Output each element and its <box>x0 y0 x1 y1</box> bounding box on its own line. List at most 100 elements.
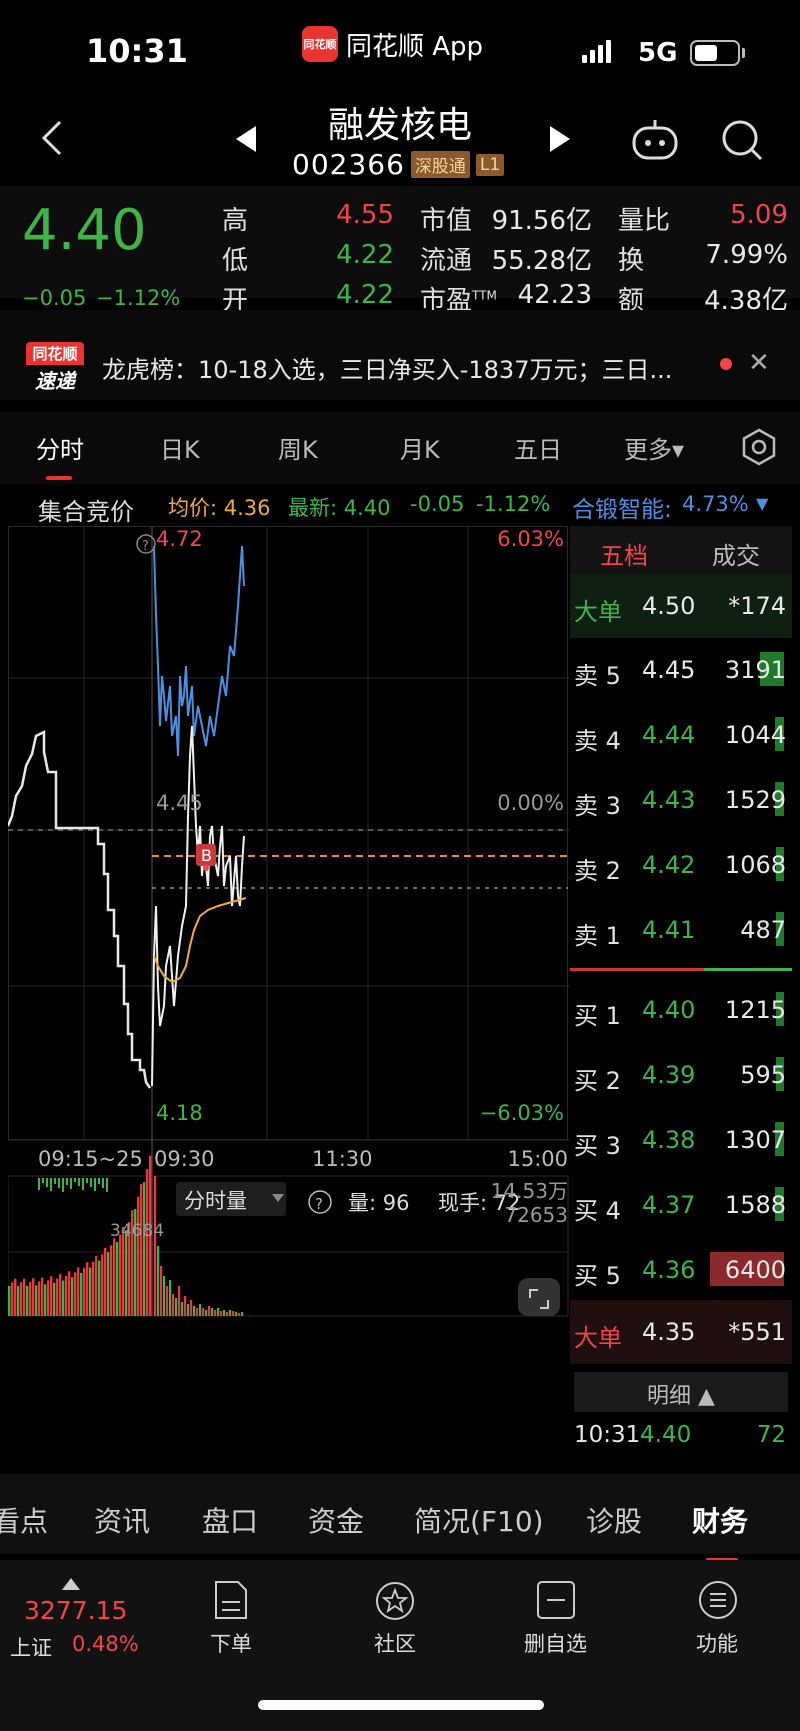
section-capital[interactable]: 资金 <box>308 1500 364 1540</box>
next-stock-icon[interactable] <box>546 124 574 154</box>
compare-dropdown-icon[interactable]: ▼ <box>756 494 768 513</box>
tab-five-day[interactable]: 五日 <box>514 430 562 465</box>
index-value[interactable]: 3277.15 <box>24 1596 127 1625</box>
app-logo-icon: 同花顺 <box>302 26 338 62</box>
volume-bar <box>66 1178 68 1185</box>
volume-bar <box>14 1278 17 1316</box>
index-pct: 0.48% <box>72 1632 139 1656</box>
ask-row: 卖 3 4.43 1529 <box>570 768 792 832</box>
latest-pct: -1.12% <box>476 492 551 516</box>
bid-row: 买 4 4.37 1588 <box>570 1173 792 1237</box>
bid-row: 买 5 4.36 6400 <box>570 1238 792 1302</box>
app-name: 同花顺 App <box>346 31 484 62</box>
news-text[interactable]: 龙虎榜：10-18入选，三日净买入-1837万元；三日... <box>102 350 702 385</box>
order-book: 五档 成交 大单 4.50 *174 卖 5 4.45 3191 卖 4 4.44 104… <box>570 526 792 1456</box>
float-label: 流通 <box>420 246 473 276</box>
order-label[interactable]: 下单 <box>210 1628 252 1658</box>
volume-bar <box>78 1178 80 1186</box>
volume-bar <box>241 1312 244 1316</box>
section-finance[interactable]: 财务 <box>692 1500 748 1540</box>
volume-bar <box>70 1178 72 1189</box>
section-profile[interactable]: 简况(F10) <box>414 1500 544 1540</box>
ob-tab-level5[interactable]: 五档 <box>600 536 648 571</box>
section-news[interactable]: 资讯 <box>94 1500 150 1540</box>
bid-vol: 595 <box>740 1061 786 1089</box>
bid-price: 4.38 <box>642 1126 696 1154</box>
volume-bar <box>211 1308 214 1316</box>
buy-marker-text: B <box>201 846 212 865</box>
compare-stock-label[interactable]: 合锻智能: <box>572 490 672 524</box>
axis-bottom-price: 4.18 <box>156 1101 203 1125</box>
help-icon-text: ? <box>142 539 149 554</box>
volume-bar <box>95 1255 98 1316</box>
ob-tab-trades[interactable]: 成交 <box>712 536 760 571</box>
volratio-label: 量比 <box>618 206 671 236</box>
volume-bar <box>154 1176 157 1316</box>
bid-name: 买 1 <box>574 1002 621 1030</box>
robot-assistant-icon[interactable] <box>630 118 680 162</box>
volume-bar <box>47 1280 50 1316</box>
volume-bar <box>77 1267 80 1316</box>
tab-more[interactable]: 更多▾ <box>624 430 684 465</box>
search-icon[interactable] <box>720 118 764 162</box>
intraday-price-line <box>151 725 245 1087</box>
volume-bar <box>125 1230 128 1316</box>
volume-bar <box>202 1308 205 1316</box>
menu-icon[interactable] <box>698 1580 738 1620</box>
vol-axis-max: 14.53万 <box>491 1179 568 1203</box>
ask-name: 卖 4 <box>574 727 621 755</box>
tab-monthly-k[interactable]: 月K <box>400 430 440 465</box>
volume-bar <box>56 1278 59 1316</box>
home-indicator[interactable] <box>258 1700 544 1710</box>
intraday-chart[interactable]: B 4.72 6.03% 4.45 0.00% 4.18 −6.03% ? 09… <box>8 526 570 1456</box>
axis-mid-price: 4.45 <box>156 791 203 815</box>
bid-name: 买 5 <box>574 1262 621 1290</box>
fullscreen-icon <box>518 1278 560 1316</box>
pe-ttm-sup: TTM <box>472 288 497 303</box>
volume-bar <box>89 1267 92 1316</box>
settings-hexagon-icon[interactable] <box>740 428 778 466</box>
last-price: 4.40 <box>22 198 147 263</box>
function-label[interactable]: 功能 <box>696 1628 738 1658</box>
stock-name: 融发核电 <box>327 105 472 146</box>
remove-favorite-icon[interactable] <box>536 1580 576 1620</box>
volume-bar <box>23 1278 26 1316</box>
ob-big-buy-price: 4.35 <box>642 1318 696 1346</box>
tab-intraday[interactable]: 分时 <box>36 430 84 465</box>
low-label: 低 <box>222 246 249 276</box>
ob-detail-toggle[interactable]: 明细 ▲ <box>574 1372 788 1412</box>
avg-price-line <box>153 897 247 984</box>
volume-bar <box>187 1304 190 1316</box>
section-market[interactable]: 盘口 <box>202 1500 258 1540</box>
volume-bar <box>181 1302 184 1316</box>
ob-big-sell-name: 大单 <box>574 598 622 626</box>
volume-bar <box>68 1271 71 1316</box>
volume-bar <box>86 1262 89 1316</box>
community-label[interactable]: 社区 <box>374 1628 416 1658</box>
volume-bar <box>226 1312 229 1316</box>
close-icon[interactable]: ✕ <box>748 348 770 378</box>
volume-bar <box>113 1238 116 1316</box>
ask-name: 卖 2 <box>574 857 621 885</box>
remove-favorite-label[interactable]: 删自选 <box>524 1628 587 1658</box>
community-icon[interactable] <box>374 1580 416 1622</box>
order-icon[interactable] <box>212 1580 250 1620</box>
turnover-label: 换 <box>618 246 645 276</box>
open-value: 4.22 <box>336 280 394 310</box>
volume-bar <box>92 1261 95 1316</box>
volume-bar <box>143 1182 146 1316</box>
pe-value: 42.23 <box>517 280 592 310</box>
volume-bar <box>193 1306 196 1316</box>
bid-vol: 1215 <box>724 996 786 1024</box>
high-label: 高 <box>222 206 249 236</box>
ask-price: 4.41 <box>642 916 696 944</box>
ask-vol: 1044 <box>724 721 786 749</box>
ask-price: 4.43 <box>642 786 696 814</box>
section-diagnosis[interactable]: 诊股 <box>586 1500 642 1540</box>
ob-divider-red <box>570 968 704 971</box>
ob-last-price: 4.40 <box>640 1422 692 1448</box>
tab-daily-k[interactable]: 日K <box>160 430 200 465</box>
section-highlights[interactable]: 看点 <box>0 1500 48 1540</box>
tab-weekly-k[interactable]: 周K <box>278 430 318 465</box>
low-value: 4.22 <box>336 240 394 270</box>
